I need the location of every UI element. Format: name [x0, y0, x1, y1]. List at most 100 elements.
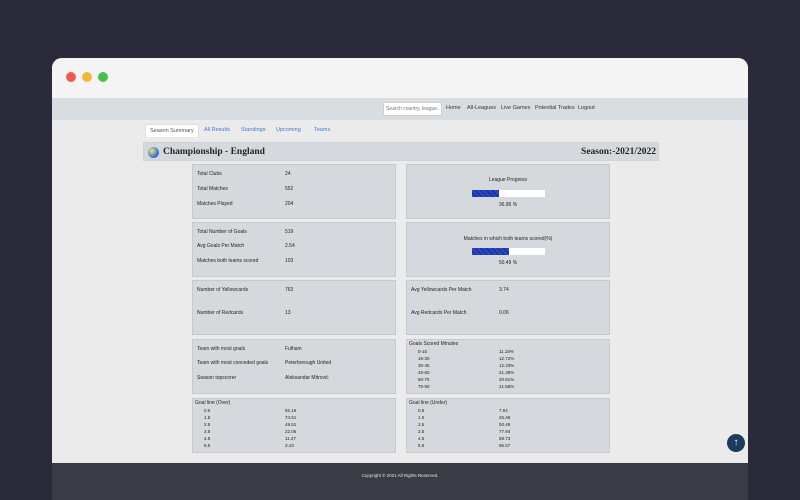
- stat-value: 519: [285, 229, 294, 235]
- card-title: Goals Scored Minutes: [409, 341, 459, 347]
- progress-percent: 36.96 %: [498, 202, 518, 208]
- tab-all-results[interactable]: All Results: [204, 124, 230, 137]
- goal-line: 0.5: [204, 408, 211, 413]
- nav-link-home[interactable]: Home: [446, 105, 461, 111]
- window-titlebar: [52, 58, 748, 98]
- progress-fill: [472, 248, 509, 255]
- stat-value: 3.74: [499, 287, 509, 293]
- goal-line-value: 22.06: [285, 429, 297, 434]
- goal-line-value: 92.16: [285, 408, 297, 413]
- cards-card: Number of Yellowcards 763 Number of Redc…: [192, 280, 396, 335]
- close-window-icon[interactable]: [66, 72, 76, 82]
- progress-fill: [472, 190, 499, 197]
- minute-range: 75-90: [418, 384, 430, 389]
- league-progress-card: League Progress 36.96 %: [406, 164, 610, 219]
- stat-value: 552: [285, 186, 294, 192]
- tab-standings[interactable]: Standings: [241, 124, 265, 137]
- minute-range: 60-75: [418, 377, 430, 382]
- stat-value: Fulham: [285, 346, 302, 352]
- goal-line: 3.5: [418, 429, 425, 434]
- league-progress-bar: [472, 190, 545, 197]
- minute-value: 20.81%: [499, 377, 515, 382]
- goal-line: 2.5: [418, 422, 425, 427]
- progress-title: Matches in which both teams scored(%): [463, 236, 553, 242]
- goal-line-under-card: Goal line (Under) 0.5 7.84 1.5 25.49 2.5…: [406, 398, 610, 453]
- goal-line-value: 7.84: [499, 408, 508, 413]
- league-title: Championship - England: [163, 147, 265, 157]
- stat-label: Season topscorer: [197, 375, 237, 381]
- stat-label: Avg Goals Per Match: [197, 243, 245, 249]
- copyright-text: Copyright © 2021 All Rights Reserved.: [361, 473, 439, 478]
- browser-window: Home All-Leagues Live Games Potential Tr…: [52, 58, 748, 500]
- goal-line-value: 77.94: [499, 429, 511, 434]
- tab-teams[interactable]: Teams: [314, 124, 330, 137]
- top-navbar: Home All-Leagues Live Games Potential Tr…: [52, 98, 748, 120]
- minute-range: 30-45: [418, 363, 430, 368]
- goal-line-value: 96.57: [499, 443, 511, 448]
- stat-label: Number of Redcards: [197, 310, 244, 316]
- maximize-window-icon[interactable]: [98, 72, 108, 82]
- arrow-up-icon: ↑: [733, 437, 739, 448]
- stat-label: Total Number of Goals: [197, 229, 247, 235]
- minute-value: 21.39%: [499, 370, 515, 375]
- goal-line-value: 25.49: [499, 415, 511, 420]
- nav-link-potential-trades[interactable]: Potential Trades: [535, 105, 575, 111]
- stat-value: Peterborough United: [285, 360, 332, 366]
- minute-value: 12.72%: [499, 356, 515, 361]
- stat-label: Number of Yellowcards: [197, 287, 249, 293]
- goal-line: 4.5: [204, 436, 211, 441]
- goal-line-value: 50.49: [499, 422, 511, 427]
- goal-line-value: 11.27: [285, 436, 296, 441]
- stat-label: Total Matches: [197, 186, 228, 192]
- league-banner: Championship - England Season:-2021/2022: [143, 142, 659, 161]
- stat-value: 24: [285, 171, 291, 177]
- page-footer: Copyright © 2021 All Rights Reserved.: [52, 463, 748, 500]
- minute-range: 0-15: [418, 349, 428, 354]
- goal-line-value: 74.51: [285, 415, 297, 420]
- stat-label: Matches Played: [197, 201, 233, 207]
- card-title: Goal line (Over): [195, 400, 231, 406]
- scroll-to-top-button[interactable]: ↑: [727, 434, 745, 452]
- stat-value: 2.54: [285, 243, 295, 249]
- stat-value: Aleksandar Mitrović: [285, 375, 329, 381]
- tab-upcoming[interactable]: Upcoming: [276, 124, 301, 137]
- btts-progress-card: Matches in which both teams scored(%) 50…: [406, 222, 610, 277]
- btts-progress-bar: [472, 248, 545, 255]
- progress-percent: 50.49 %: [498, 260, 518, 266]
- nav-link-logout[interactable]: Logout: [578, 105, 595, 111]
- club-stats-card: Total Clubs 24 Total Matches 552 Matches…: [192, 164, 396, 219]
- stat-value: 204: [285, 201, 294, 207]
- stat-value: 13: [285, 310, 291, 316]
- season-label: Season:-2021/2022: [581, 147, 656, 157]
- tab-season-summary[interactable]: Season Summary: [145, 124, 199, 137]
- goal-line: 1.5: [418, 415, 425, 420]
- goal-line: 0.5: [418, 408, 425, 413]
- progress-title: League Progress: [488, 177, 528, 183]
- goal-line-over-card: Goal line (Over) 0.5 92.16 1.5 74.51 2.5…: [192, 398, 396, 453]
- goal-stats-card: Total Number of Goals 519 Avg Goals Per …: [192, 222, 396, 277]
- avg-cards-card: Avg Yellowcards Per Match 3.74 Avg Redca…: [406, 280, 610, 335]
- goal-line: 3.5: [204, 429, 211, 434]
- nav-link-all-leagues[interactable]: All-Leagues: [467, 105, 496, 111]
- stat-label: Total Clubs: [197, 171, 222, 177]
- stat-value: 0.06: [499, 310, 509, 316]
- goal-line-value: 3.43: [285, 443, 294, 448]
- nav-link-live-games[interactable]: Live Games: [501, 105, 530, 111]
- goal-line-value: 88.73: [499, 436, 511, 441]
- team-stats-card: Team with most goals Fulham Team with mo…: [192, 339, 396, 394]
- stat-label: Matches both teams scored: [197, 258, 259, 264]
- stat-label: Avg Redcards Per Match: [411, 310, 467, 316]
- card-title: Goal line (Under): [409, 400, 448, 406]
- stat-value: 103: [285, 258, 294, 264]
- minute-value: 11.18%: [499, 349, 514, 354]
- goal-line: 5.5: [418, 443, 425, 448]
- goal-minutes-card: Goals Scored Minutes 0-15 11.18% 15-30 1…: [406, 339, 610, 394]
- search-input[interactable]: [383, 102, 442, 116]
- stat-value: 763: [285, 287, 294, 293]
- league-logo-icon: [148, 147, 159, 158]
- goal-line: 4.5: [418, 436, 425, 441]
- stat-label: Avg Yellowcards Per Match: [411, 287, 472, 293]
- goal-line-value: 49.51: [285, 422, 297, 427]
- goal-line: 1.5: [204, 415, 211, 420]
- minimize-window-icon[interactable]: [82, 72, 92, 82]
